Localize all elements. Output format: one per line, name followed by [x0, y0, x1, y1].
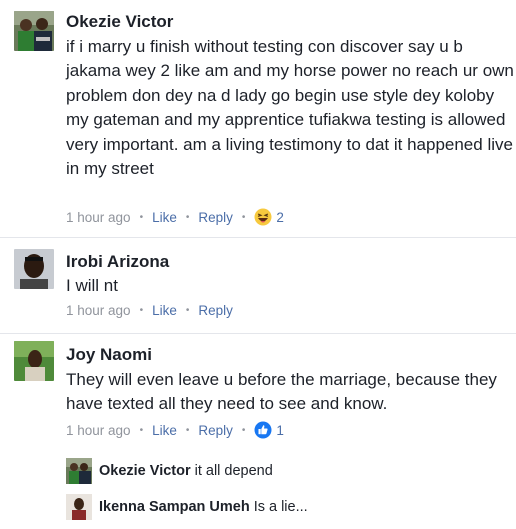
comment-text: They will even leave u before the marria… — [66, 370, 497, 414]
comment-okezie-victor: Okezie Victor if i marry u finish withou… — [0, 0, 516, 232]
separator-dot: • — [185, 211, 190, 223]
comment-actions: 1 hour ago • Like • Reply • 2 — [66, 208, 284, 226]
reply-author[interactable]: Ikenna Sampan Umeh — [99, 499, 250, 515]
comment-joy-naomi: Joy Naomi They will even leave u before … — [0, 336, 516, 529]
avatar[interactable] — [14, 341, 54, 381]
avatar[interactable] — [66, 494, 92, 520]
timestamp[interactable]: 1 hour ago — [66, 303, 131, 318]
timestamp[interactable]: 1 hour ago — [66, 423, 131, 438]
comment-author[interactable]: Okezie Victor — [66, 12, 173, 32]
like-button[interactable]: Like — [152, 303, 177, 318]
comment-author[interactable]: Irobi Arizona — [66, 252, 169, 272]
comment-author[interactable]: Joy Naomi — [66, 345, 152, 365]
reply-text: it all depend — [194, 463, 273, 479]
comment-text: I will nt — [66, 276, 118, 295]
separator-dot: • — [185, 305, 190, 316]
avatar[interactable] — [66, 458, 92, 484]
reply-item: Okezie Victor it all depend — [66, 458, 273, 484]
like-thumbs-up-icon — [254, 421, 272, 439]
like-button[interactable]: Like — [152, 210, 177, 225]
like-button[interactable]: Like — [152, 423, 177, 438]
haha-emoji-icon — [254, 208, 272, 226]
timestamp[interactable]: 1 hour ago — [66, 210, 131, 225]
separator-dot: • — [139, 211, 144, 223]
divider — [0, 237, 516, 238]
separator-dot: • — [241, 211, 246, 223]
reactions[interactable]: 1 — [254, 421, 284, 439]
separator-dot: • — [139, 424, 144, 436]
divider — [0, 333, 516, 334]
reply-button[interactable]: Reply — [198, 210, 233, 225]
separator-dot: • — [185, 424, 190, 436]
comment-text: if i marry u finish without testing con … — [66, 37, 514, 179]
avatar[interactable] — [14, 11, 54, 51]
avatar[interactable] — [14, 249, 54, 289]
comment-actions: 1 hour ago • Like • Reply • 1 — [66, 421, 284, 439]
separator-dot: • — [241, 424, 246, 436]
comment-irobi-arizona: Irobi Arizona I will nt 1 hour ago • Lik… — [0, 240, 516, 325]
separator-dot: • — [139, 305, 144, 316]
reply-item: Ikenna Sampan Umeh Is a lie... — [66, 494, 308, 520]
reply-text: Is a lie... — [253, 499, 308, 515]
reply-button[interactable]: Reply — [198, 423, 233, 438]
reaction-count: 1 — [276, 422, 284, 438]
reaction-count: 2 — [276, 209, 284, 225]
reactions[interactable]: 2 — [254, 208, 284, 226]
reply-author[interactable]: Okezie Victor — [99, 463, 191, 479]
comment-actions: 1 hour ago • Like • Reply — [66, 303, 233, 318]
reply-button[interactable]: Reply — [198, 303, 233, 318]
